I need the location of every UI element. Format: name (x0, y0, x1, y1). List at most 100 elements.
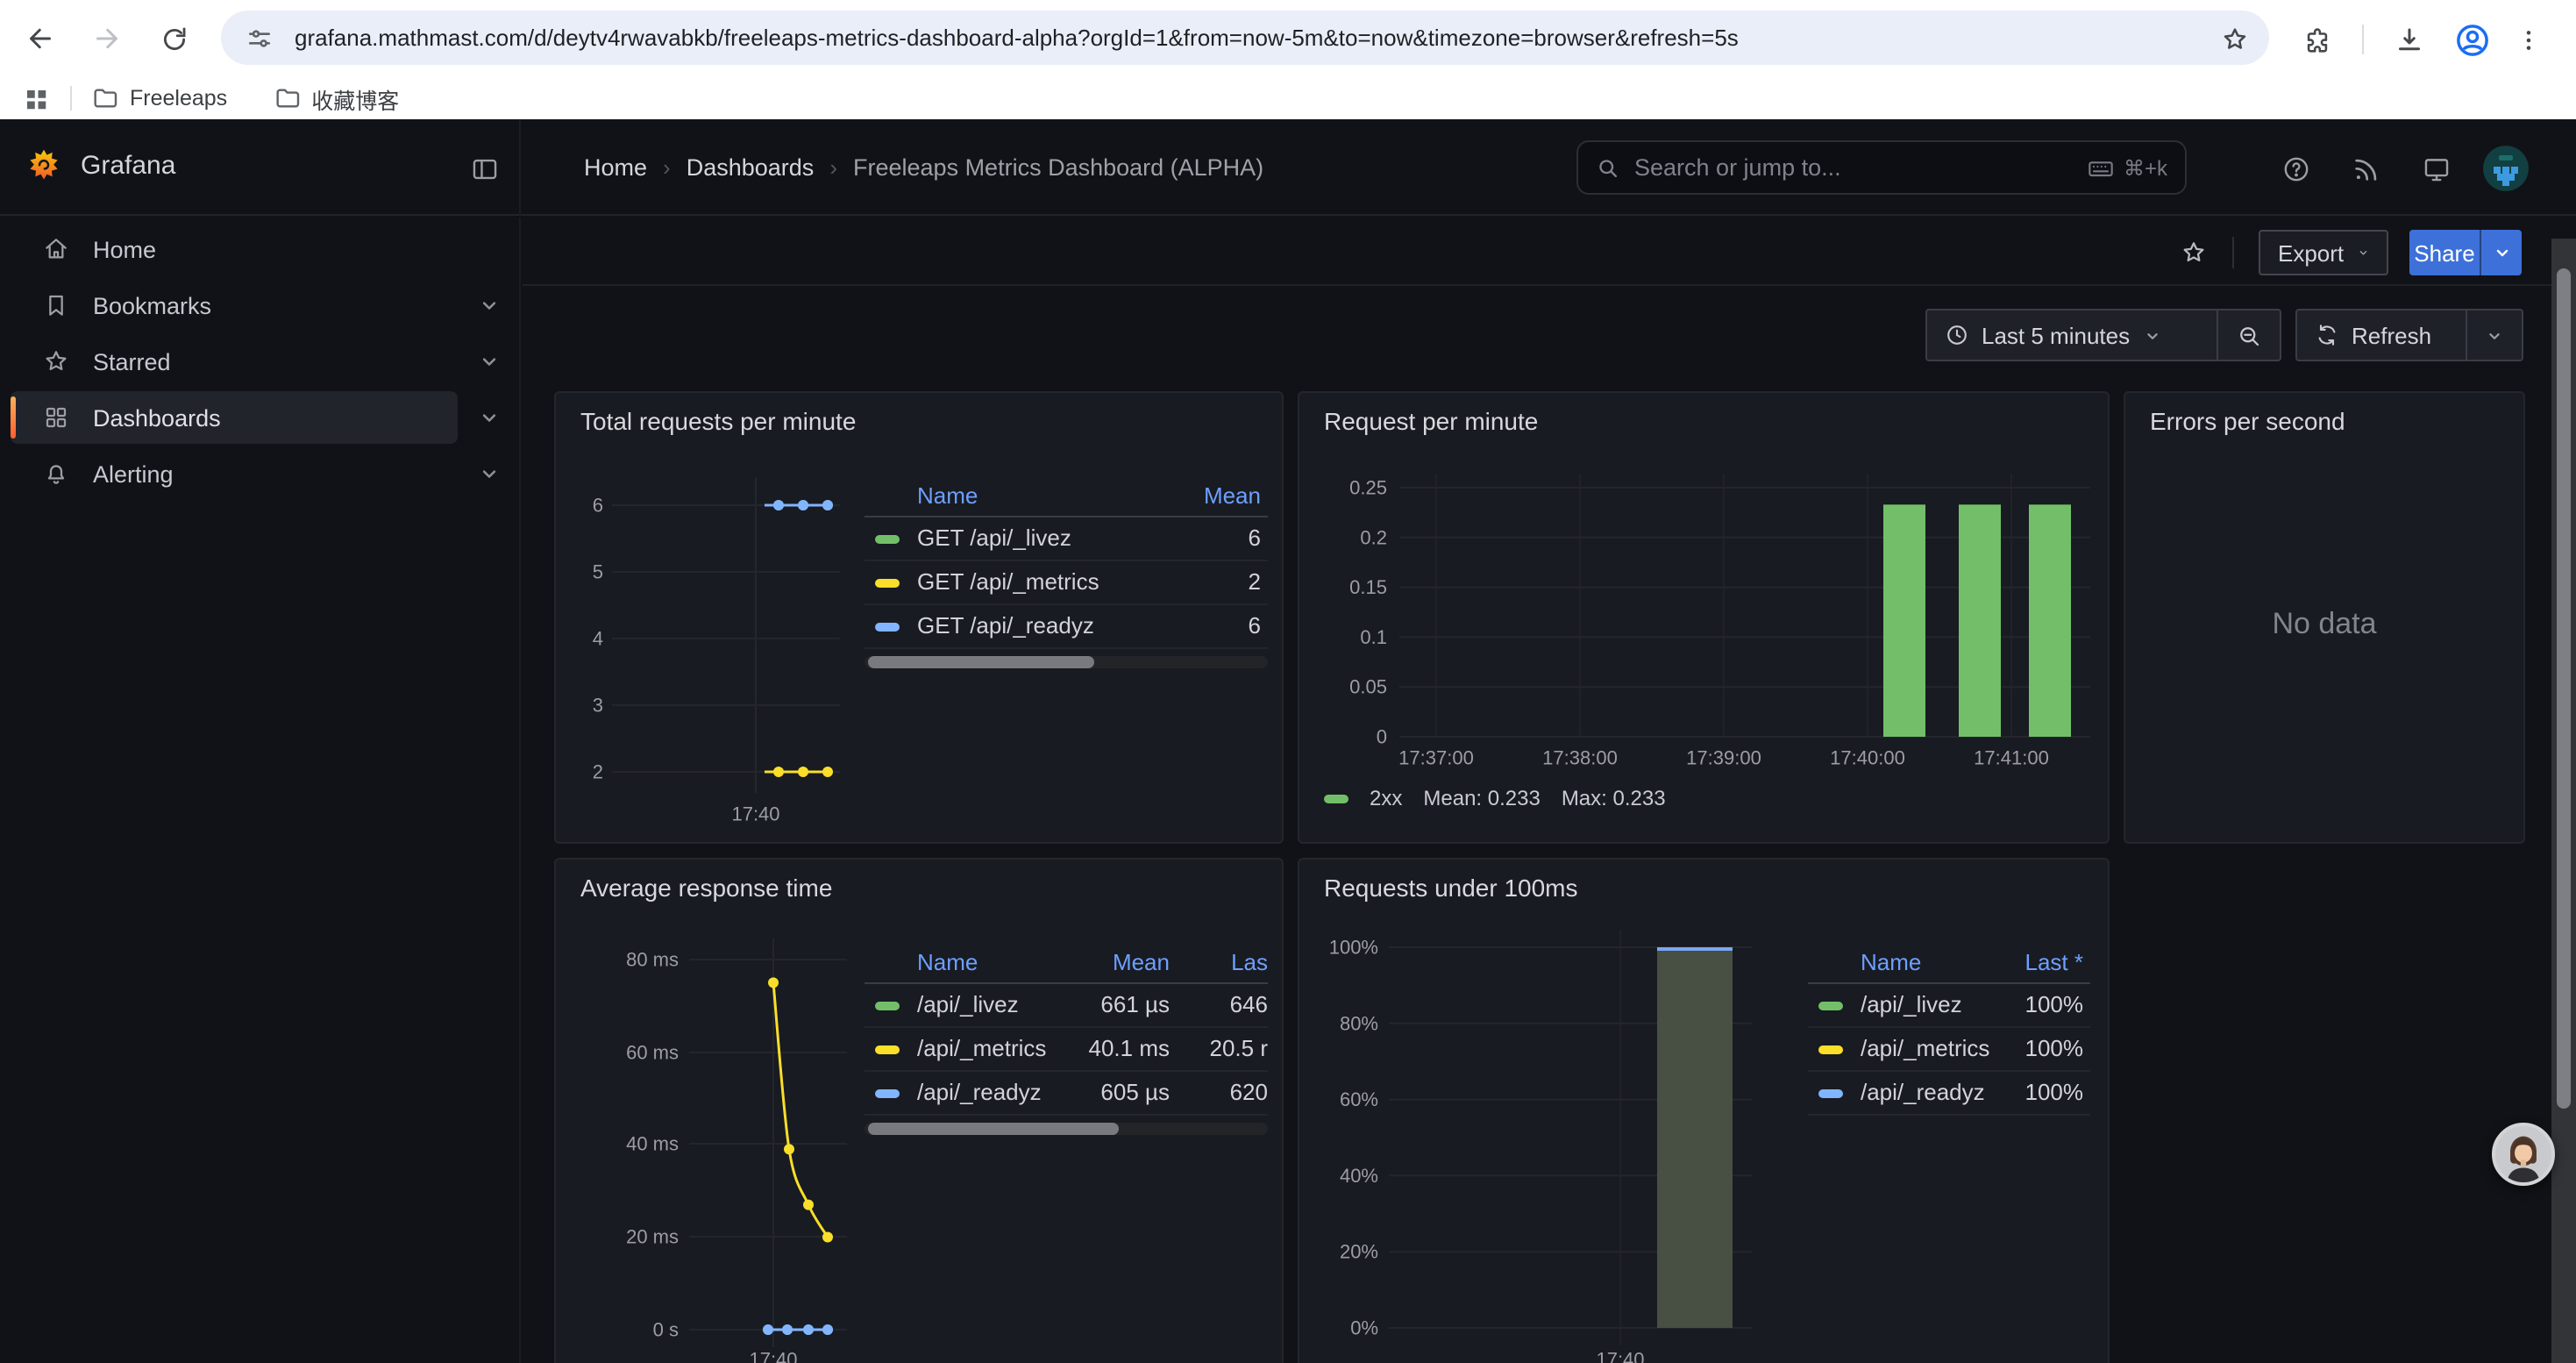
site-info-icon[interactable] (246, 24, 274, 52)
url-bar[interactable]: grafana.mathmast.com/d/deytv4rwavabkb/fr… (221, 11, 2269, 65)
share-button[interactable]: Share (2409, 230, 2480, 275)
sidebar-item-link[interactable]: Starred (11, 335, 458, 388)
breadcrumb-home[interactable]: Home (584, 153, 647, 180)
table-horizontal-scrollbar[interactable] (865, 1123, 1268, 1135)
collapse-sidebar-button[interactable] (463, 147, 505, 189)
extensions-button[interactable] (2295, 19, 2338, 61)
bookmark-folder-blogs[interactable]: 收藏博客 (273, 82, 399, 115)
table-row[interactable]: /api/_livez661 µs646 (865, 984, 1268, 1028)
url-text[interactable]: grafana.mathmast.com/d/deytv4rwavabkb/fr… (295, 25, 2245, 51)
subheader-divider (2232, 237, 2234, 268)
downloads-button[interactable] (2388, 19, 2430, 61)
breadcrumb-separator: › (663, 153, 671, 180)
panel-title[interactable]: Average response time (580, 874, 832, 902)
chevron-down-icon[interactable] (477, 349, 502, 374)
column-header[interactable]: Mean (1113, 949, 1170, 975)
sidebar-item-label: Home (93, 236, 156, 262)
column-header[interactable]: Name (1861, 949, 1921, 975)
table-cell-last: 646 (1230, 991, 1268, 1017)
svg-text:40%: 40% (1340, 1165, 1378, 1187)
table-row[interactable]: GET /api/_livez6 (865, 517, 1268, 561)
table-row[interactable]: GET /api/_readyz6 (865, 605, 1268, 649)
assistant-floating-avatar[interactable] (2492, 1123, 2555, 1186)
breadcrumb-dashboards[interactable]: Dashboards (687, 153, 815, 180)
svg-text:2: 2 (593, 761, 603, 783)
bookmark-folder-freeleaps[interactable]: Freeleaps (91, 84, 227, 112)
legend-series-name[interactable]: 2xx (1370, 786, 1402, 810)
bookmark-star-icon[interactable] (2215, 19, 2253, 58)
display-button[interactable] (2411, 144, 2460, 193)
chevron-down-icon[interactable] (477, 293, 502, 318)
share-menu-button[interactable] (2480, 230, 2522, 275)
profile-button[interactable] (2451, 19, 2494, 61)
column-header[interactable]: Mean (1204, 482, 1261, 509)
brand-section: Grafana (0, 119, 521, 216)
table-cell-name: GET /api/_metrics (917, 568, 1099, 595)
sidebar-item-alerting[interactable]: Alerting (0, 447, 519, 500)
panel-average-response-time: Average response time 80 ms60 ms40 ms20 … (554, 858, 1284, 1363)
sidebar-item-starred[interactable]: Starred (0, 335, 519, 388)
woman-avatar-icon (2495, 1126, 2551, 1182)
sidebar-item-home[interactable]: Home (0, 223, 519, 275)
forward-button[interactable] (81, 12, 133, 65)
svg-text:17:40: 17:40 (749, 1349, 797, 1363)
svg-text:0 s: 0 s (653, 1319, 679, 1341)
zoom-out-time-button[interactable] (2218, 310, 2280, 360)
table-horizontal-scrollbar[interactable] (865, 656, 1268, 668)
panel-title[interactable]: Errors per second (2150, 407, 2345, 435)
scrollbar-thumb[interactable] (2557, 268, 2571, 1109)
panel-title[interactable]: Request per minute (1324, 407, 1538, 435)
sidebar: Home BookmarksStarredDashboardsAlerting (0, 218, 521, 1363)
table-row[interactable]: GET /api/_metrics2 (865, 561, 1268, 605)
bookmarks-divider (70, 86, 72, 111)
table-cell-name: /api/_livez (1861, 991, 1962, 1017)
column-header[interactable]: Name (917, 949, 978, 975)
chevron-down-icon[interactable] (477, 405, 502, 430)
page-scrollbar[interactable] (2551, 239, 2576, 1363)
sidebar-item-link[interactable]: Home (11, 223, 458, 275)
favorite-dashboard-button[interactable] (2171, 230, 2217, 275)
grafana-logo-icon[interactable] (25, 147, 63, 186)
table-cell-mean: 6 (1249, 612, 1261, 639)
column-header[interactable]: Last * (2025, 949, 2084, 975)
apps-grid-button[interactable] (23, 85, 49, 111)
reload-button[interactable] (147, 12, 200, 65)
column-header[interactable]: Name (917, 482, 978, 509)
series-swatch-icon (875, 1002, 900, 1010)
refresh-icon (2315, 323, 2339, 347)
panel-title[interactable]: Requests under 100ms (1324, 874, 1578, 902)
sidebar-item-dashboards[interactable]: Dashboards (0, 391, 519, 444)
scrollbar-thumb[interactable] (868, 656, 1094, 668)
chart-legend[interactable]: 2xx Mean: 0.233 Max: 0.233 (1324, 786, 1666, 810)
sidebar-item-link[interactable]: Bookmarks (11, 279, 458, 332)
sidebar-item-bookmarks[interactable]: Bookmarks (0, 279, 519, 332)
back-button[interactable] (14, 12, 67, 65)
table-row[interactable]: /api/_metrics40.1 ms20.5 r (865, 1028, 1268, 1072)
screen: grafana.mathmast.com/d/deytv4rwavabkb/fr… (0, 0, 2576, 1363)
news-rss-button[interactable] (2341, 144, 2390, 193)
refresh-button[interactable]: Refresh (2297, 310, 2466, 360)
help-button[interactable] (2271, 144, 2320, 193)
refresh-interval-button[interactable] (2467, 310, 2522, 360)
search-shortcut: ⌘+k (2087, 153, 2167, 182)
series-swatch-icon (875, 623, 900, 632)
chevron-down-icon[interactable] (477, 461, 502, 486)
table-row[interactable]: /api/_readyz100% (1808, 1072, 2090, 1116)
table-row[interactable]: /api/_readyz605 µs620 (865, 1072, 1268, 1116)
sidebar-item-link[interactable]: Alerting (11, 447, 458, 500)
chevron-down-icon (2485, 325, 2504, 345)
time-range-picker[interactable]: Last 5 minutes (1927, 310, 2217, 360)
scrollbar-thumb[interactable] (868, 1123, 1118, 1135)
table-row[interactable]: /api/_livez100% (1808, 984, 2090, 1028)
table-row[interactable]: /api/_metrics100% (1808, 1028, 2090, 1072)
panel-title[interactable]: Total requests per minute (580, 407, 856, 435)
bar-chart[interactable]: 0.250.20.150.10.05017:37:0017:38:0017:39… (1299, 393, 2110, 844)
column-header[interactable]: Las (1231, 949, 1268, 975)
browser-menu-button[interactable] (2508, 19, 2550, 61)
search-input[interactable]: Search or jump to... ⌘+k (1576, 140, 2187, 195)
legend-mean: Mean: 0.233 (1423, 786, 1540, 810)
user-avatar[interactable] (2483, 146, 2529, 191)
svg-text:0.2: 0.2 (1360, 526, 1387, 548)
sidebar-item-link[interactable]: Dashboards (11, 391, 458, 444)
export-button[interactable]: Export (2259, 230, 2388, 275)
